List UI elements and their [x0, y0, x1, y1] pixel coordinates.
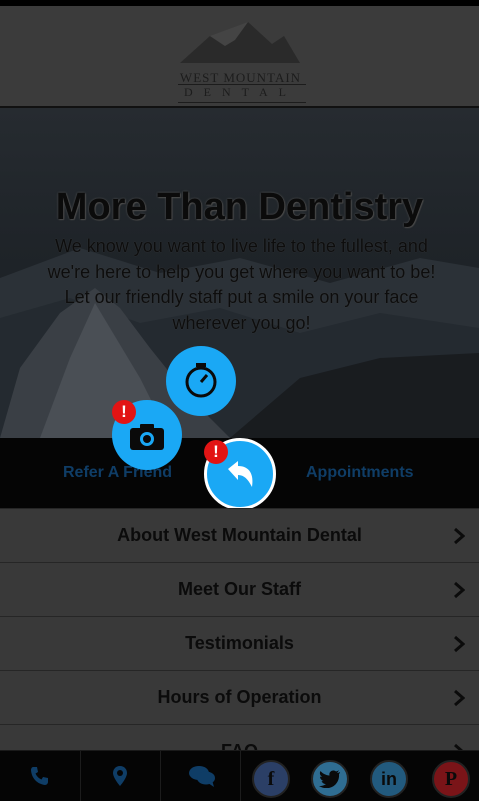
twitter-icon[interactable] — [311, 760, 349, 798]
pinterest-icon[interactable]: P — [432, 760, 470, 798]
undo-arrow-icon — [228, 461, 253, 487]
logo-subtitle: DENTAL — [183, 85, 298, 99]
chevron-right-icon — [454, 581, 465, 599]
pinterest-glyph: P — [444, 768, 458, 790]
timer-button[interactable] — [166, 346, 236, 416]
chat-bubbles-icon — [189, 766, 215, 787]
menu-item-hours[interactable]: Hours of Operation — [0, 670, 479, 724]
social-links: f in P — [240, 751, 479, 801]
facebook-glyph: f — [267, 768, 275, 790]
undo-alert-badge: ! — [204, 440, 228, 464]
mountain-logo-icon — [180, 22, 300, 63]
menu-item-label: Hours of Operation — [157, 687, 322, 707]
facebook-icon[interactable]: f — [252, 760, 290, 798]
stopwatch-icon — [185, 363, 217, 398]
map-button[interactable] — [80, 751, 161, 801]
chevron-right-icon — [454, 743, 463, 750]
linkedin-icon[interactable]: in — [370, 760, 408, 798]
menu-list: About West Mountain Dental Meet Our Staf… — [0, 508, 479, 750]
hero-description: We know you want to live life to the ful… — [47, 236, 436, 333]
menu-item-label: Meet Our Staff — [177, 579, 301, 599]
chevron-right-icon — [454, 527, 465, 545]
twitter-bird-icon — [319, 770, 340, 788]
appointments-link[interactable]: Appointments — [306, 464, 414, 482]
chat-button[interactable] — [160, 751, 241, 801]
app-header: WEST MOUNTAIN DENTAL — [0, 6, 479, 108]
hero-title: More Than Dentistry — [55, 186, 424, 228]
phone-icon — [31, 767, 48, 785]
menu-item-label: About West Mountain Dental — [117, 525, 362, 545]
menu-item-staff[interactable]: Meet Our Staff — [0, 562, 479, 616]
chevron-right-icon — [454, 635, 465, 653]
menu-item-label: Testimonials — [185, 633, 294, 653]
logo[interactable]: WEST MOUNTAIN DENTAL — [168, 18, 313, 106]
logo-divider — [178, 102, 306, 103]
chevron-right-icon — [454, 689, 465, 707]
camera-alert-badge: ! — [112, 400, 136, 424]
menu-item-faq[interactable]: FAQ — [0, 724, 479, 750]
menu-item-about[interactable]: About West Mountain Dental — [0, 508, 479, 562]
bottom-action-bar: f in P — [0, 750, 479, 801]
camera-icon — [130, 424, 164, 450]
call-button[interactable] — [0, 751, 81, 801]
menu-item-testimonials[interactable]: Testimonials — [0, 616, 479, 670]
linkedin-glyph: in — [381, 769, 397, 789]
menu-item-label: FAQ — [0, 741, 479, 750]
hero-banner: More Than Dentistry We know you want to … — [0, 108, 479, 438]
map-pin-icon — [113, 766, 127, 786]
